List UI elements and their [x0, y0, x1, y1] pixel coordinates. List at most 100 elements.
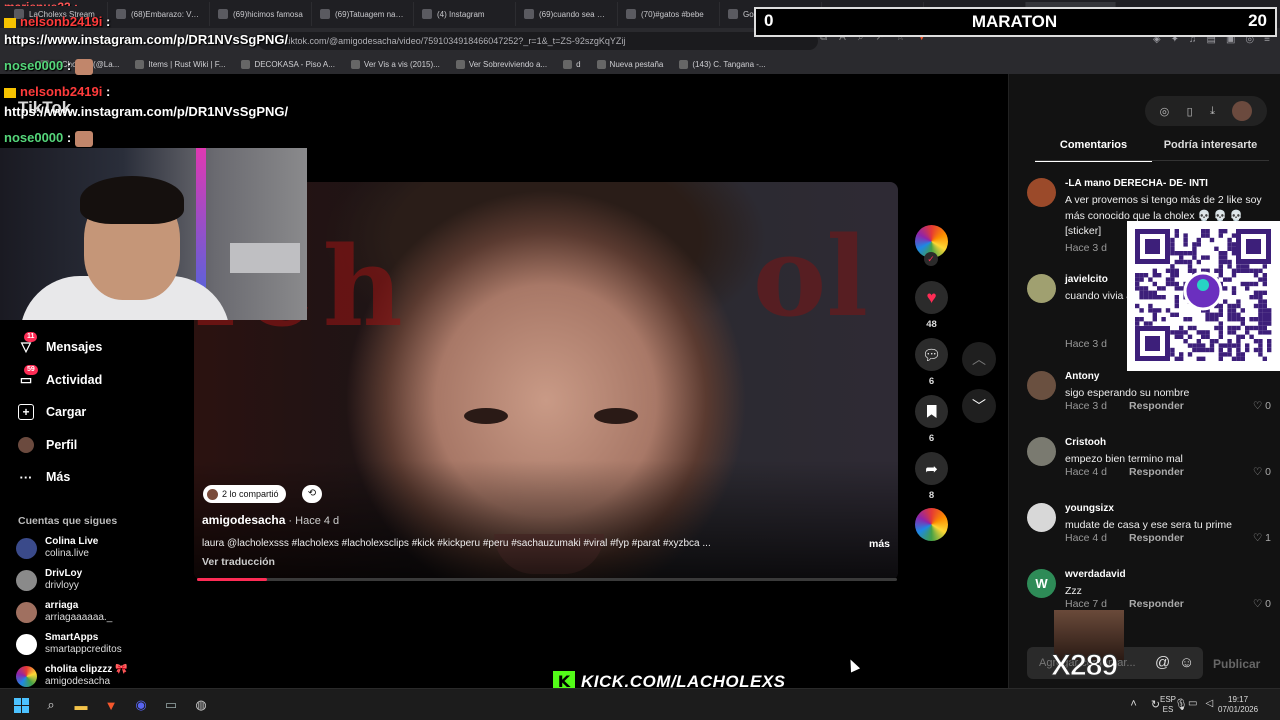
qr-module: [1218, 330, 1223, 335]
comment-like[interactable]: ♡ 0: [1253, 400, 1271, 412]
qr-module: [1253, 268, 1259, 273]
tab-comentarios[interactable]: Comentarios: [1035, 139, 1152, 162]
comment-like[interactable]: ♡ 1: [1253, 532, 1271, 544]
like-button[interactable]: ♥: [915, 281, 948, 314]
search-icon[interactable]: ⌕: [42, 696, 60, 714]
translate-link[interactable]: Ver traducción: [202, 556, 275, 568]
caption-more-link[interactable]: más: [869, 538, 890, 550]
commenter-name[interactable]: youngsizx: [1065, 503, 1114, 514]
commenter-name[interactable]: -LA mano DERECHA- DE- INTI: [1065, 178, 1208, 189]
mention-icon[interactable]: @: [1155, 654, 1170, 671]
save-button[interactable]: [915, 395, 948, 428]
obs-icon[interactable]: ◍: [192, 696, 210, 714]
bookmark-item[interactable]: d: [563, 59, 581, 69]
shared-by-chip[interactable]: 2 lo compartió: [203, 485, 286, 503]
commenter-name[interactable]: wverdadavid: [1065, 569, 1126, 580]
chat-username: nose0000: [4, 130, 64, 145]
language-indicator[interactable]: ESP ES: [1160, 695, 1176, 715]
commenter-name[interactable]: Cristooh: [1065, 437, 1106, 448]
browser-tab[interactable]: (70)#gatos #bebe: [618, 2, 720, 26]
windows-start-icon[interactable]: [12, 696, 30, 714]
qr-module: [1174, 268, 1179, 273]
taskbar-clock[interactable]: 19:17 07/01/2026: [1218, 695, 1258, 715]
comment-like[interactable]: ♡ 0: [1253, 466, 1271, 478]
video-progress-fill: [197, 578, 267, 581]
bookmark-item[interactable]: DECOKASA - Piso A...: [241, 59, 335, 69]
tray-chevron-icon[interactable]: ˄: [1130, 698, 1136, 711]
microphone-icon[interactable]: 🎙︎: [1174, 698, 1188, 711]
sidebar-item-perfil[interactable]: Perfil: [18, 437, 77, 453]
comment-like[interactable]: ♡ 0: [1253, 598, 1271, 610]
tab-podria-interesarte[interactable]: Podría interesarte: [1152, 139, 1269, 162]
share-button[interactable]: ➦: [915, 452, 948, 485]
following-account[interactable]: DrivLoy drivloyy: [16, 568, 82, 592]
sidebar-item-mas[interactable]: ··· Más: [18, 469, 71, 485]
comment-button[interactable]: 💬︎: [915, 338, 948, 371]
commenter-avatar[interactable]: [1027, 371, 1056, 400]
bookmark-item[interactable]: (143) C. Tangana -...: [679, 59, 766, 69]
browser-tab[interactable]: (69)cuando sea pap: [516, 2, 618, 26]
profile-avatar[interactable]: [1232, 101, 1253, 121]
commenter-name[interactable]: javielcito: [1065, 274, 1108, 285]
brave-browser-icon[interactable]: ▼: [102, 696, 120, 714]
following-check-icon[interactable]: ✓: [924, 252, 938, 266]
browser-tab[interactable]: (68)Embarazo: Vale: [108, 2, 210, 26]
reply-button[interactable]: Responder: [1129, 532, 1184, 544]
author-name[interactable]: amigodesacha: [202, 513, 285, 527]
url-input[interactable]: tiktok.com/@amigodesacha/video/759103491…: [258, 32, 818, 50]
qr-module: [1143, 286, 1149, 291]
qr-module: [1205, 334, 1210, 339]
sidebar-item-mensajes[interactable]: ▽ 11 Mensajes: [18, 332, 102, 355]
reply-button[interactable]: Responder: [1129, 400, 1184, 412]
next-video-button[interactable]: ﹀: [962, 389, 996, 423]
commenter-avatar[interactable]: [1027, 274, 1056, 303]
qr-module: [1196, 347, 1201, 353]
following-account[interactable]: Colina Live colina.live: [16, 536, 98, 560]
commenter-avatar[interactable]: W: [1027, 569, 1056, 598]
qr-module: [1201, 343, 1206, 348]
qr-module: [1152, 281, 1157, 287]
sidebar-item-actividad[interactable]: ▭ 59 Actividad: [18, 365, 102, 388]
phone-icon[interactable]: ▯: [1187, 105, 1193, 118]
network-volume-icons[interactable]: ▭ ◁: [1188, 698, 1213, 709]
sync-icon[interactable]: ↻: [1151, 698, 1160, 711]
qr-module: [1135, 303, 1140, 309]
bookmark-item[interactable]: Nueva pestaña: [596, 59, 663, 69]
qr-module: [1145, 336, 1160, 351]
bookmark-item[interactable]: Items | Rust Wiki | F...: [135, 59, 225, 69]
qr-module: [1201, 347, 1206, 353]
sidebar-item-cargar[interactable]: + Cargar: [18, 404, 86, 420]
commenter-name[interactable]: Antony: [1065, 371, 1099, 382]
file-explorer-icon[interactable]: ▬: [72, 696, 90, 714]
previous-video-button[interactable]: ︿: [962, 342, 996, 376]
discord-icon[interactable]: ◉: [132, 696, 150, 714]
reply-button[interactable]: Responder: [1129, 598, 1184, 610]
commenter-avatar[interactable]: [1027, 437, 1056, 466]
commenter-avatar[interactable]: [1027, 503, 1056, 532]
sound-disc-icon[interactable]: [915, 508, 948, 541]
emoji-icon[interactable]: ☺: [1179, 654, 1194, 671]
terminal-icon[interactable]: ▭: [162, 696, 180, 714]
video-progress-bar[interactable]: [197, 578, 897, 581]
reply-button[interactable]: Responder: [1129, 466, 1184, 478]
publish-button[interactable]: Publicar: [1213, 657, 1260, 671]
tiktok-logo[interactable]: TikTok: [18, 98, 71, 118]
repost-icon[interactable]: ⟲: [302, 485, 322, 503]
qr-module: [1218, 268, 1223, 273]
tab-favicon-icon: [728, 9, 738, 19]
browser-tab[interactable]: (69)Tatuagem na Bu: [312, 2, 414, 26]
browser-tab[interactable]: (4) Instagram: [414, 2, 516, 26]
commenter-avatar[interactable]: [1027, 178, 1056, 207]
coins-icon[interactable]: ◎: [1160, 105, 1170, 118]
score-right: 20: [1248, 11, 1267, 30]
following-account[interactable]: cholita clipzzz 🎀 amigodesacha: [16, 664, 127, 688]
qr-module: [1236, 325, 1241, 331]
following-account[interactable]: SmartApps smartappcreditos: [16, 632, 122, 656]
browser-tab[interactable]: (69)hicimos famosa: [210, 2, 312, 26]
download-icon[interactable]: ⤓: [1210, 105, 1215, 118]
following-account[interactable]: arriaga arriagaaaaaa._: [16, 600, 112, 624]
bookmark-item[interactable]: Ver Vis a vis (2015)...: [350, 59, 440, 69]
qr-module: [1218, 325, 1223, 331]
bookmark-item[interactable]: Ver Sobreviviendo a...: [455, 59, 547, 69]
qr-module: [1249, 281, 1254, 287]
